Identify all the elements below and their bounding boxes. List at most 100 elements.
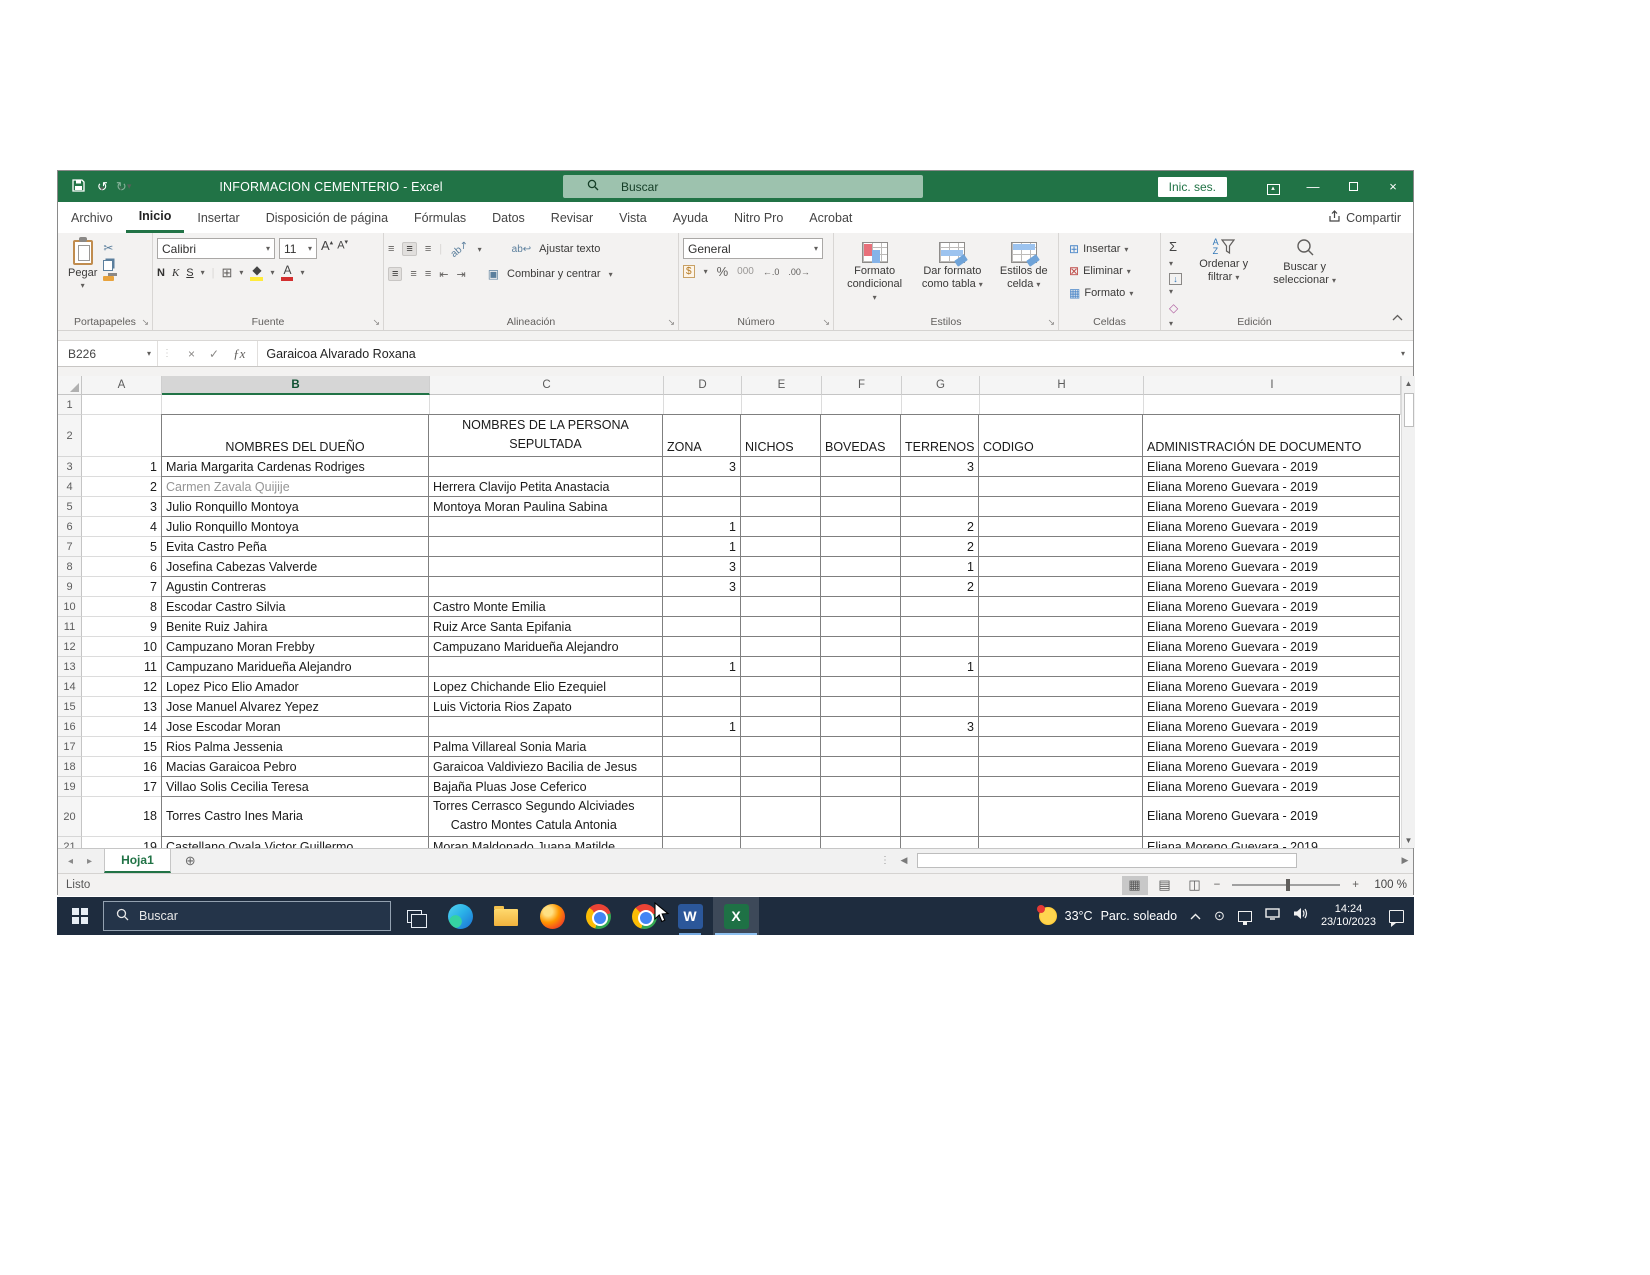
cell-I5[interactable]: Eliana Moreno Guevara - 2019 bbox=[1143, 497, 1400, 517]
cell-C3[interactable] bbox=[429, 457, 663, 477]
cell-A15[interactable]: 13 bbox=[82, 697, 162, 717]
cell-F8[interactable] bbox=[821, 557, 901, 577]
edge-app[interactable] bbox=[437, 897, 483, 935]
chrome-app[interactable] bbox=[575, 897, 621, 935]
display-icon[interactable] bbox=[1238, 911, 1252, 922]
scroll-right-icon[interactable]: ▶ bbox=[1397, 855, 1413, 866]
cell-E3[interactable] bbox=[741, 457, 821, 477]
cell-F10[interactable] bbox=[821, 597, 901, 617]
column-header-B[interactable]: B bbox=[162, 376, 430, 395]
cell-I16[interactable]: Eliana Moreno Guevara - 2019 bbox=[1143, 717, 1400, 737]
cell-I18[interactable]: Eliana Moreno Guevara - 2019 bbox=[1143, 757, 1400, 777]
number-format-combo[interactable]: General▾ bbox=[683, 238, 823, 259]
cell-I4[interactable]: Eliana Moreno Guevara - 2019 bbox=[1143, 477, 1400, 497]
cell-C18[interactable]: Garaicoa Valdiviezo Bacilia de Jesus bbox=[429, 757, 663, 777]
column-header-E[interactable]: E bbox=[742, 376, 822, 395]
fill-color-icon[interactable]: ◆ bbox=[250, 264, 263, 281]
cell-D11[interactable] bbox=[663, 617, 741, 637]
normal-view-icon[interactable]: ▦ bbox=[1122, 876, 1148, 895]
scrollbar-resize-handle[interactable]: ⋮ bbox=[880, 855, 890, 866]
cell-D16[interactable]: 1 bbox=[663, 717, 741, 737]
cell-A11[interactable]: 9 bbox=[82, 617, 162, 637]
increase-indent-icon[interactable]: ⇥ bbox=[456, 268, 465, 281]
column-header-F[interactable]: F bbox=[822, 376, 902, 395]
ribbon-display-options-icon[interactable]: ▴ bbox=[1253, 178, 1293, 195]
cell-F11[interactable] bbox=[821, 617, 901, 637]
cell-G9[interactable]: 2 bbox=[901, 577, 979, 597]
cell-C10[interactable]: Castro Monte Emilia bbox=[429, 597, 663, 617]
cell-D13[interactable]: 1 bbox=[663, 657, 741, 677]
cell-C7[interactable] bbox=[429, 537, 663, 557]
cell-E13[interactable] bbox=[741, 657, 821, 677]
cell-I12[interactable]: Eliana Moreno Guevara - 2019 bbox=[1143, 637, 1400, 657]
cell-I14[interactable]: Eliana Moreno Guevara - 2019 bbox=[1143, 677, 1400, 697]
cell-B2[interactable]: NOMBRES DEL DUEÑO bbox=[161, 414, 429, 457]
row-header-18[interactable]: 18 bbox=[58, 757, 82, 777]
cell-G16[interactable]: 3 bbox=[901, 717, 979, 737]
cell-E14[interactable] bbox=[741, 677, 821, 697]
cell-C14[interactable]: Lopez Chichande Elio Ezequiel bbox=[429, 677, 663, 697]
row-header-19[interactable]: 19 bbox=[58, 777, 82, 797]
column-header-H[interactable]: H bbox=[980, 376, 1144, 395]
cell-E12[interactable] bbox=[741, 637, 821, 657]
cell-H8[interactable] bbox=[979, 557, 1143, 577]
align-bottom-icon[interactable]: ≡ bbox=[425, 243, 431, 255]
cell-F20[interactable] bbox=[821, 797, 901, 837]
cell-D7[interactable]: 1 bbox=[663, 537, 741, 557]
cell-H2[interactable]: CODIGO bbox=[979, 414, 1143, 457]
cell-B19[interactable]: Villao Solis Cecilia Teresa bbox=[161, 777, 429, 797]
cell-A21[interactable]: 19 bbox=[82, 837, 162, 848]
customize-qat-icon[interactable]: ▾ bbox=[127, 181, 132, 192]
tab-ayuda[interactable]: Ayuda bbox=[660, 202, 721, 233]
vertical-scrollbar[interactable]: ▲ ▼ bbox=[1401, 376, 1415, 848]
cell-B16[interactable]: Jose Escodar Moran bbox=[161, 717, 429, 737]
cell-C21[interactable]: Moran Maldonado Juana Matilde bbox=[429, 837, 663, 848]
cell-C19[interactable]: Bajaña Pluas Jose Ceferico bbox=[429, 777, 663, 797]
cell-C8[interactable] bbox=[429, 557, 663, 577]
cell-D21[interactable] bbox=[663, 837, 741, 848]
row-header-8[interactable]: 8 bbox=[58, 557, 82, 577]
horizontal-scrollbar[interactable]: ⋮ ◀ ▶ bbox=[880, 852, 1413, 869]
accounting-format-icon[interactable]: $ bbox=[683, 265, 695, 278]
cell-G15[interactable] bbox=[901, 697, 979, 717]
cell-A19[interactable]: 17 bbox=[82, 777, 162, 797]
cell-I8[interactable]: Eliana Moreno Guevara - 2019 bbox=[1143, 557, 1400, 577]
cell-F6[interactable] bbox=[821, 517, 901, 537]
cell-E2[interactable]: NICHOS bbox=[741, 414, 821, 457]
row-header-6[interactable]: 6 bbox=[58, 517, 82, 537]
cell-H12[interactable] bbox=[979, 637, 1143, 657]
cell-C9[interactable] bbox=[429, 577, 663, 597]
sheet-tab-hoja1[interactable]: Hoja1 bbox=[104, 849, 171, 873]
next-sheet-icon[interactable]: ▸ bbox=[87, 856, 92, 867]
copy-icon[interactable] bbox=[103, 260, 113, 271]
cell-H5[interactable] bbox=[979, 497, 1143, 517]
cell-H13[interactable] bbox=[979, 657, 1143, 677]
italic-button[interactable]: K bbox=[172, 267, 179, 279]
cell-A18[interactable]: 16 bbox=[82, 757, 162, 777]
cell-F17[interactable] bbox=[821, 737, 901, 757]
cell-I17[interactable]: Eliana Moreno Guevara - 2019 bbox=[1143, 737, 1400, 757]
start-button[interactable] bbox=[57, 897, 103, 935]
cell-G1[interactable] bbox=[902, 395, 980, 415]
row-header-3[interactable]: 3 bbox=[58, 457, 82, 477]
align-left-icon[interactable]: ≡ bbox=[388, 267, 402, 281]
row-header-9[interactable]: 9 bbox=[58, 577, 82, 597]
show-hidden-icons-icon[interactable] bbox=[1190, 907, 1201, 925]
cell-C1[interactable] bbox=[430, 395, 664, 415]
font-color-icon[interactable]: A bbox=[281, 264, 293, 281]
network-icon[interactable] bbox=[1265, 907, 1280, 925]
align-middle-icon[interactable]: ≡ bbox=[402, 242, 416, 256]
align-right-icon[interactable]: ≡ bbox=[425, 268, 431, 280]
cell-I19[interactable]: Eliana Moreno Guevara - 2019 bbox=[1143, 777, 1400, 797]
percent-style-icon[interactable]: % bbox=[717, 264, 729, 279]
cell-F4[interactable] bbox=[821, 477, 901, 497]
increase-font-icon[interactable]: A▴ bbox=[321, 238, 333, 259]
scroll-up-icon[interactable]: ▲ bbox=[1405, 376, 1413, 391]
cell-D17[interactable] bbox=[663, 737, 741, 757]
cell-D6[interactable]: 1 bbox=[663, 517, 741, 537]
cell-H19[interactable] bbox=[979, 777, 1143, 797]
tab-datos[interactable]: Datos bbox=[479, 202, 538, 233]
zoom-in-icon[interactable]: + bbox=[1350, 879, 1361, 891]
zoom-out-icon[interactable]: − bbox=[1212, 879, 1223, 891]
zoom-slider-thumb[interactable] bbox=[1286, 879, 1290, 891]
